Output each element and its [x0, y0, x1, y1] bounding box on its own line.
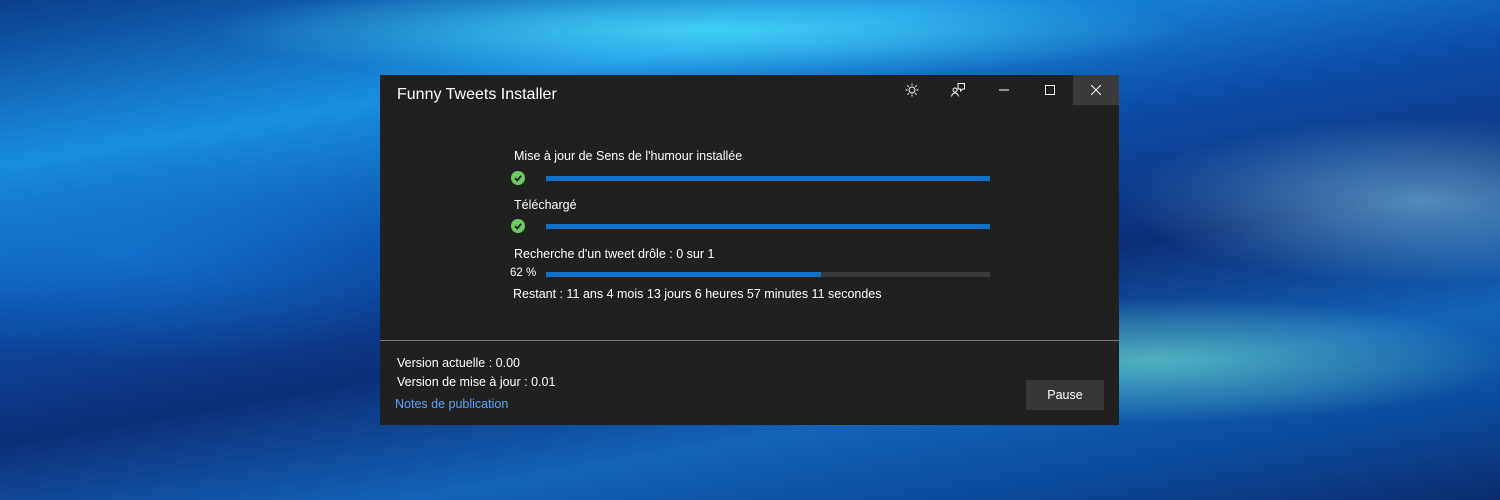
progress-fill	[546, 272, 822, 277]
divider	[380, 340, 1119, 341]
title-bar[interactable]: Funny Tweets Installer	[380, 75, 1119, 115]
theme-button[interactable]	[889, 75, 935, 105]
step-label: Recherche d'un tweet drôle : 0 sur 1	[514, 247, 715, 261]
window-title: Funny Tweets Installer	[397, 86, 557, 103]
maximize-icon	[1045, 85, 1055, 95]
feedback-icon	[951, 83, 965, 97]
update-version: Version de mise à jour : 0.01	[397, 375, 556, 389]
progress-percent: 62 %	[510, 267, 537, 279]
pause-button[interactable]: Pause	[1026, 380, 1104, 410]
progress-bar	[546, 224, 990, 229]
progress-fill	[546, 176, 990, 181]
close-button[interactable]	[1073, 75, 1119, 105]
progress-bar	[546, 272, 990, 277]
sun-icon	[905, 83, 919, 97]
maximize-button[interactable]	[1027, 75, 1073, 105]
minimize-icon	[999, 89, 1009, 91]
feedback-button[interactable]	[935, 75, 981, 105]
step-label: Mise à jour de Sens de l'humour installé…	[514, 149, 743, 163]
progress-bar	[546, 176, 990, 181]
release-notes-link[interactable]: Notes de publication	[395, 397, 508, 411]
checkmark-icon	[511, 219, 525, 233]
close-icon	[1091, 85, 1101, 95]
minimize-button[interactable]	[981, 75, 1027, 105]
time-remaining: Restant : 11 ans 4 mois 13 jours 6 heure…	[513, 287, 882, 301]
checkmark-icon	[511, 171, 525, 185]
step-label: Téléchargé	[514, 198, 577, 212]
progress-fill	[546, 224, 990, 229]
installer-window: Funny Tweets Installer Mise à jour de Se…	[380, 75, 1119, 425]
current-version: Version actuelle : 0.00	[397, 356, 520, 370]
